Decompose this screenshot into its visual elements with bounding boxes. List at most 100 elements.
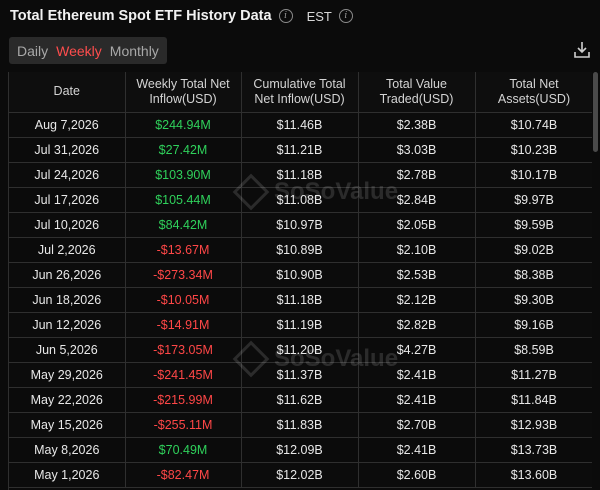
cell-cumulative-inflow: $11.46B [241, 112, 359, 138]
table-scrollbar[interactable] [593, 72, 598, 152]
cell-net-assets: $8.59B [475, 337, 592, 363]
column-header-weekly-inflow[interactable]: Weekly Total Net Inflow(USD) [125, 72, 242, 113]
cell-value-traded: $2.05B [358, 212, 476, 238]
cell-weekly-inflow: -$82.47M [125, 462, 242, 488]
table-row: Jun 18,2026 -$10.05M $11.18B $2.12B $9.30B [9, 287, 592, 313]
cell-value-traded: $2.12B [358, 287, 476, 313]
cell-value-traded: $2.38B [358, 112, 476, 138]
cell-value-traded: $2.41B [358, 437, 476, 463]
cell-net-assets: $10.17B [475, 162, 592, 188]
period-tabs: Daily Weekly Monthly [9, 37, 167, 64]
cell-weekly-inflow: -$173.05M [125, 337, 242, 363]
cell-net-assets: $10.23B [475, 137, 592, 163]
cell-net-assets: $11.27B [475, 362, 592, 388]
cell-cumulative-inflow: $11.62B [241, 387, 359, 413]
cell-cumulative-inflow: $12.02B [241, 462, 359, 488]
cell-date: Jul 2,2026 [9, 237, 126, 263]
cell-net-assets: $13.60B [475, 462, 592, 488]
cell-cumulative-inflow: $12.09B [241, 437, 359, 463]
cell-date: Jun 12,2026 [9, 312, 126, 338]
cell-value-traded: $2.70B [358, 412, 476, 438]
cell-value-traded: $2.53B [358, 262, 476, 288]
cell-value-traded: $2.82B [358, 312, 476, 338]
table-row: May 1,2026 -$82.47M $12.02B $2.60B $13.60B [9, 462, 592, 488]
tab-weekly[interactable]: Weekly [52, 43, 106, 59]
cell-date: May 22,2026 [9, 387, 126, 413]
page-header: Total Ethereum Spot ETF History Data i E… [10, 6, 353, 26]
cell-net-assets: $9.16B [475, 312, 592, 338]
cell-cumulative-inflow: $10.89B [241, 237, 359, 263]
cell-net-assets: $11.84B [475, 387, 592, 413]
cell-date: Jun 26,2026 [9, 262, 126, 288]
cell-date: Jun 18,2026 [9, 287, 126, 313]
cell-net-assets: $8.38B [475, 262, 592, 288]
cell-value-traded: $2.78B [358, 162, 476, 188]
cell-cumulative-inflow: $11.37B [241, 362, 359, 388]
cell-date: May 1,2026 [9, 462, 126, 488]
column-header-cumulative-inflow[interactable]: Cumulative Total Net Inflow(USD) [241, 72, 359, 113]
cell-weekly-inflow: -$10.05M [125, 287, 242, 313]
cell-net-assets: $13.73B [475, 437, 592, 463]
cell-weekly-inflow: -$255.11M [125, 412, 242, 438]
table-row: May 29,2026 -$241.45M $11.37B $2.41B $11.27B [9, 362, 592, 388]
cell-value-traded: $2.84B [358, 187, 476, 213]
cell-cumulative-inflow: $11.18B [241, 287, 359, 313]
cell-weekly-inflow: $105.44M [125, 187, 242, 213]
cell-net-assets: $10.74B [475, 112, 592, 138]
cell-date: Aug 7,2026 [9, 112, 126, 138]
cell-weekly-inflow: $70.49M [125, 437, 242, 463]
cell-cumulative-inflow: $11.19B [241, 312, 359, 338]
title-info-icon[interactable]: i [278, 9, 293, 23]
cell-weekly-inflow: -$241.45M [125, 362, 242, 388]
cell-cumulative-inflow: $10.90B [241, 262, 359, 288]
cell-weekly-inflow: -$14.91M [125, 312, 242, 338]
tab-monthly[interactable]: Monthly [106, 43, 163, 59]
history-table-container: Date Weekly Total Net Inflow(USD) Cumula… [8, 72, 592, 490]
tab-daily[interactable]: Daily [13, 43, 52, 59]
cell-net-assets: $9.30B [475, 287, 592, 313]
table-row: Jul 10,2026 $84.42M $10.97B $2.05B $9.59B [9, 212, 592, 238]
table-row: Jul 24,2026 $103.90M $11.18B $2.78B $10.17B [9, 162, 592, 188]
page-title: Total Ethereum Spot ETF History Data [10, 8, 272, 24]
cell-weekly-inflow: $103.90M [125, 162, 242, 188]
cell-value-traded: $2.41B [358, 387, 476, 413]
table-row: May 15,2026 -$255.11M $11.83B $2.70B $12.93B [9, 412, 592, 438]
column-header-net-assets[interactable]: Total Net Assets(USD) [475, 72, 592, 113]
table-header-row: Date Weekly Total Net Inflow(USD) Cumula… [9, 72, 592, 113]
cell-value-traded: $4.27B [358, 337, 476, 363]
cell-value-traded: $2.41B [358, 362, 476, 388]
cell-date: Jul 10,2026 [9, 212, 126, 238]
cell-cumulative-inflow: $11.18B [241, 162, 359, 188]
table-body: Aug 7,2026 $244.94M $11.46B $2.38B $10.74B Ju… [9, 112, 592, 488]
cell-date: Jul 17,2026 [9, 187, 126, 213]
cell-cumulative-inflow: $11.08B [241, 187, 359, 213]
cell-weekly-inflow: $84.42M [125, 212, 242, 238]
history-table: Date Weekly Total Net Inflow(USD) Cumula… [9, 72, 592, 488]
cell-date: Jul 24,2026 [9, 162, 126, 188]
column-header-value-traded[interactable]: Total Value Traded(USD) [358, 72, 476, 113]
cell-weekly-inflow: -$13.67M [125, 237, 242, 263]
table-row: Jul 31,2026 $27.42M $11.21B $3.03B $10.23B [9, 137, 592, 163]
cell-weekly-inflow: -$215.99M [125, 387, 242, 413]
cell-weekly-inflow: $27.42M [125, 137, 242, 163]
table-row: Jun 5,2026 -$173.05M $11.20B $4.27B $8.59B [9, 337, 592, 363]
cell-value-traded: $2.60B [358, 462, 476, 488]
column-header-date[interactable]: Date [9, 72, 126, 113]
table-row: Jun 26,2026 -$273.34M $10.90B $2.53B $8.38B [9, 262, 592, 288]
download-icon[interactable] [572, 40, 592, 60]
cell-net-assets: $9.59B [475, 212, 592, 238]
cell-cumulative-inflow: $11.21B [241, 137, 359, 163]
cell-date: May 8,2026 [9, 437, 126, 463]
timezone-label: EST [306, 8, 332, 24]
timezone-info-icon[interactable]: i [338, 9, 353, 23]
cell-date: Jun 5,2026 [9, 337, 126, 363]
table-row: Jul 17,2026 $105.44M $11.08B $2.84B $9.97B [9, 187, 592, 213]
table-row: Jul 2,2026 -$13.67M $10.89B $2.10B $9.02B [9, 237, 592, 263]
cell-net-assets: $12.93B [475, 412, 592, 438]
table-row: Aug 7,2026 $244.94M $11.46B $2.38B $10.74B [9, 112, 592, 138]
cell-date: May 29,2026 [9, 362, 126, 388]
table-row: Jun 12,2026 -$14.91M $11.19B $2.82B $9.16B [9, 312, 592, 338]
table-row: May 8,2026 $70.49M $12.09B $2.41B $13.73B [9, 437, 592, 463]
cell-date: May 15,2026 [9, 412, 126, 438]
cell-cumulative-inflow: $10.97B [241, 212, 359, 238]
